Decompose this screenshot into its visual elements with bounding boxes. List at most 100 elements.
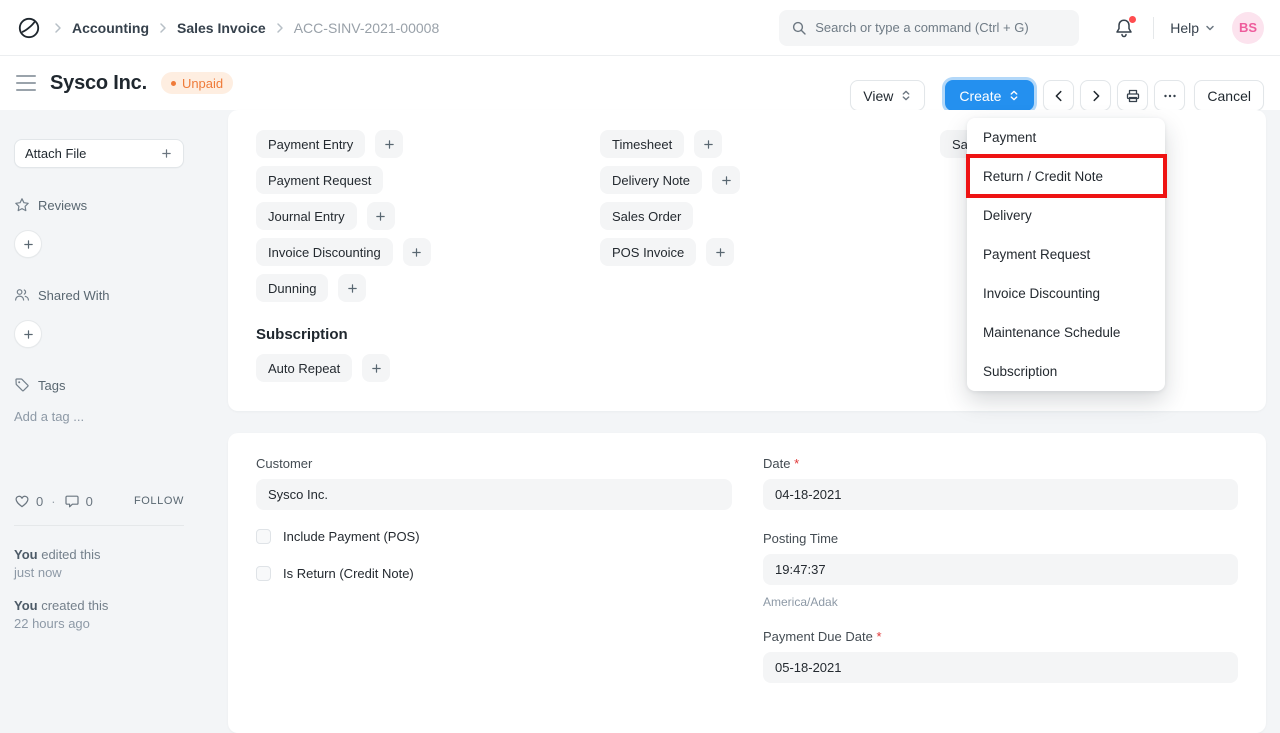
posting-time-label: Posting Time (763, 531, 838, 546)
connection-dunning[interactable]: Dunning (256, 274, 328, 302)
add-tag-input[interactable]: Add a tag ... (14, 409, 184, 424)
global-search[interactable] (779, 10, 1079, 46)
add-review-button[interactable] (14, 230, 42, 258)
is-return-checkbox-row[interactable]: Is Return (Credit Note) (256, 566, 414, 581)
posting-time-field[interactable]: 19:47:37 (763, 554, 1238, 585)
plus-icon (160, 147, 173, 160)
plus-button[interactable] (362, 354, 390, 382)
social-row: 0 · 0 FOLLOW (14, 493, 184, 509)
customer-label: Customer (256, 456, 312, 471)
include-payment-label: Include Payment (POS) (283, 529, 420, 544)
share-button[interactable] (14, 320, 42, 348)
subscription-row: Auto Repeat (256, 354, 390, 382)
page-actions: View Create Cancel (850, 80, 1264, 111)
menu-item-subscription[interactable]: Subscription (967, 352, 1165, 391)
tag-icon (14, 377, 30, 393)
payment-due-date-label: Payment Due Date * (763, 629, 882, 644)
attach-file-button[interactable]: Attach File (14, 139, 184, 168)
connections-column-2: Timesheet Delivery Note Sales Order POS … (600, 130, 740, 266)
breadcrumb-accounting[interactable]: Accounting (72, 20, 149, 36)
connection-payment-entry[interactable]: Payment Entry (256, 130, 365, 158)
print-button[interactable] (1117, 80, 1148, 111)
search-input[interactable] (815, 20, 1067, 35)
app-logo-icon[interactable] (16, 15, 42, 41)
comment-count: 0 (86, 494, 93, 509)
connection-invoice-discounting[interactable]: Invoice Discounting (256, 238, 393, 266)
tags-section-header: Tags (14, 377, 184, 393)
next-document-button[interactable] (1080, 80, 1111, 111)
navbar-divider (1153, 17, 1154, 39)
sidebar-toggle-icon[interactable] (16, 75, 36, 91)
follow-button[interactable]: FOLLOW (134, 495, 184, 507)
plus-button[interactable] (403, 238, 431, 266)
chevron-right-icon (272, 20, 288, 36)
checkbox-unchecked-icon[interactable] (256, 566, 271, 581)
select-updown-icon (1008, 89, 1020, 102)
menu-item-invoice-discounting[interactable]: Invoice Discounting (967, 274, 1165, 313)
connection-payment-request[interactable]: Payment Request (256, 166, 383, 194)
connection-timesheet[interactable]: Timesheet (600, 130, 684, 158)
connection-auto-repeat[interactable]: Auto Repeat (256, 354, 352, 382)
page-title: Sysco Inc. (50, 72, 147, 95)
menu-item-payment-request[interactable]: Payment Request (967, 235, 1165, 274)
plus-button[interactable] (712, 166, 740, 194)
connection-pos-invoice[interactable]: POS Invoice (600, 238, 696, 266)
status-badge: Unpaid (161, 72, 233, 94)
plus-button[interactable] (706, 238, 734, 266)
menu-item-maintenance-schedule[interactable]: Maintenance Schedule (967, 313, 1165, 352)
shared-with-section-header: Shared With (14, 287, 184, 303)
help-menu[interactable]: Help (1170, 20, 1216, 36)
menu-item-payment[interactable]: Payment (967, 118, 1165, 157)
breadcrumb: Accounting Sales Invoice ACC-SINV-2021-0… (16, 15, 439, 41)
users-icon (14, 287, 30, 303)
cancel-button[interactable]: Cancel (1194, 80, 1264, 111)
like-count: 0 (36, 494, 43, 509)
activity-edited: You edited this just now (14, 546, 184, 582)
activity-created: You created this 22 hours ago (14, 597, 184, 633)
checkbox-unchecked-icon[interactable] (256, 529, 271, 544)
plus-button[interactable] (694, 130, 722, 158)
required-asterisk: * (794, 456, 799, 471)
breadcrumb-sales-invoice[interactable]: Sales Invoice (177, 20, 266, 36)
connections-column-1: Payment Entry Payment Request Journal En… (256, 130, 431, 302)
customer-field[interactable]: Sysco Inc. (256, 479, 732, 510)
menu-item-delivery[interactable]: Delivery (967, 196, 1165, 235)
payment-due-date-field[interactable]: 05-18-2021 (763, 652, 1238, 683)
invoice-form-card: Customer Sysco Inc. Include Payment (POS… (228, 433, 1266, 733)
breadcrumb-current-doc: ACC-SINV-2021-00008 (294, 20, 440, 36)
create-button[interactable]: Create (945, 80, 1034, 111)
plus-button[interactable] (375, 130, 403, 158)
include-payment-checkbox-row[interactable]: Include Payment (POS) (256, 529, 420, 544)
menu-item-return-credit-note[interactable]: Return / Credit Note (967, 157, 1165, 196)
subscription-section-heading: Subscription (256, 326, 348, 343)
comment-icon[interactable] (64, 493, 80, 509)
notification-dot (1129, 16, 1136, 23)
menu-ellipsis-button[interactable] (1154, 80, 1185, 111)
plus-button[interactable] (367, 202, 395, 230)
navbar-right: Help BS (779, 10, 1264, 46)
plus-button[interactable] (338, 274, 366, 302)
connection-sales-order[interactable]: Sales Order (600, 202, 693, 230)
date-label: Date * (763, 456, 799, 471)
connection-delivery-note[interactable]: Delivery Note (600, 166, 702, 194)
document-sidebar: Attach File Reviews Shared With Tags Add… (14, 110, 184, 648)
select-updown-icon (900, 89, 912, 102)
notifications-bell-icon[interactable] (1113, 17, 1135, 39)
connection-journal-entry[interactable]: Journal Entry (256, 202, 357, 230)
chevron-right-icon (50, 20, 66, 36)
avatar[interactable]: BS (1232, 12, 1264, 44)
chevron-right-icon (155, 20, 171, 36)
sidebar-divider (14, 525, 184, 526)
reviews-section-header: Reviews (14, 197, 184, 213)
required-asterisk: * (876, 629, 881, 644)
chevron-down-icon (1204, 22, 1216, 34)
date-field[interactable]: 04-18-2021 (763, 479, 1238, 510)
heart-icon[interactable] (14, 493, 30, 509)
search-icon (791, 20, 807, 36)
is-return-label: Is Return (Credit Note) (283, 566, 414, 581)
timezone-helper-text: America/Adak (763, 595, 838, 609)
navbar: Accounting Sales Invoice ACC-SINV-2021-0… (0, 0, 1280, 56)
help-label: Help (1170, 20, 1199, 36)
view-button[interactable]: View (850, 80, 925, 111)
prev-document-button[interactable] (1043, 80, 1074, 111)
